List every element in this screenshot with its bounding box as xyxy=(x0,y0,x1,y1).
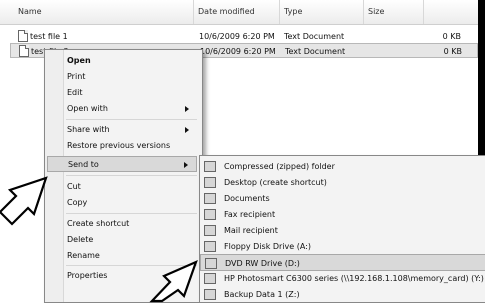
fax-icon xyxy=(204,209,216,220)
column-size[interactable]: Size xyxy=(364,0,424,24)
menu-separator xyxy=(66,213,197,214)
send-to-item-label: Fax recipient xyxy=(224,210,276,219)
menu-item-open[interactable]: Open xyxy=(67,53,197,69)
text-document-icon xyxy=(19,45,29,57)
file-date: 10/6/2009 6:20 PM xyxy=(199,32,275,41)
menu-item-delete[interactable]: Delete xyxy=(67,232,197,248)
menu-item-share-with[interactable]: Share with xyxy=(67,122,197,138)
column-date-modified[interactable]: Date modified xyxy=(194,0,280,24)
file-row[interactable]: test file 1 10/6/2009 6:20 PM Text Docum… xyxy=(10,29,478,44)
file-size: 0 KB xyxy=(442,32,461,41)
send-to-floppy[interactable]: Floppy Disk Drive (A:) xyxy=(200,238,485,255)
chevron-right-icon xyxy=(185,127,189,133)
column-name[interactable]: Name xyxy=(14,0,194,24)
file-type: Text Document xyxy=(284,32,345,41)
chevron-right-icon xyxy=(185,106,189,112)
menu-item-send-to[interactable]: Send to xyxy=(47,156,197,172)
desktop-icon xyxy=(204,177,216,188)
floppy-icon xyxy=(204,241,216,252)
file-size: 0 KB xyxy=(443,47,462,56)
menu-item-edit[interactable]: Edit xyxy=(67,85,197,101)
send-to-item-label: Compressed (zipped) folder xyxy=(224,162,335,171)
callout-arrow-send-to xyxy=(0,176,48,226)
send-to-item-label: Mail recipient xyxy=(224,226,278,235)
file-date: 10/6/2009 6:20 PM xyxy=(200,47,276,56)
menu-item-label: Share with xyxy=(67,125,110,134)
menu-item-label: Send to xyxy=(68,160,99,169)
menu-item-create-shortcut[interactable]: Create shortcut xyxy=(67,216,197,232)
send-to-item-label: Documents xyxy=(224,194,270,203)
send-to-dvd[interactable]: DVD RW Drive (D:) xyxy=(200,254,485,271)
send-to-item-label: Desktop (create shortcut) xyxy=(224,178,327,187)
send-to-desktop[interactable]: Desktop (create shortcut) xyxy=(200,174,485,191)
menu-separator xyxy=(66,175,197,176)
menu-item-cut[interactable]: Cut xyxy=(67,179,197,195)
column-header: Name Date modified Type Size xyxy=(0,0,485,25)
dvd-icon xyxy=(205,258,217,269)
menu-item-label: Open with xyxy=(67,104,108,113)
menu-item-restore-previous-versions[interactable]: Restore previous versions xyxy=(67,138,197,154)
chevron-right-icon xyxy=(184,162,188,168)
menu-item-open-with[interactable]: Open with xyxy=(67,101,197,117)
network-drive-icon xyxy=(204,273,216,284)
send-to-zip-folder[interactable]: Compressed (zipped) folder xyxy=(200,158,485,175)
menu-item-print[interactable]: Print xyxy=(67,69,197,85)
file-type: Text Document xyxy=(285,47,346,56)
send-to-item-label: Floppy Disk Drive (A:) xyxy=(224,242,312,251)
send-to-network-drive[interactable]: HP Photosmart C6300 series (\\192.168.1.… xyxy=(200,270,485,287)
file-name: test file 1 xyxy=(30,32,68,41)
backup-drive-icon xyxy=(204,289,216,300)
column-type[interactable]: Type xyxy=(280,0,364,24)
send-to-submenu: Compressed (zipped) folder Desktop (crea… xyxy=(199,155,485,303)
callout-arrow-dvd xyxy=(149,259,198,303)
menu-separator xyxy=(66,119,197,120)
send-to-documents[interactable]: Documents xyxy=(200,190,485,207)
send-to-item-label: Backup Data 1 (Z:) xyxy=(224,290,300,299)
send-to-backup-drive[interactable]: Backup Data 1 (Z:) xyxy=(200,286,485,302)
mail-icon xyxy=(204,225,216,236)
zip-folder-icon xyxy=(204,161,216,172)
documents-icon xyxy=(204,193,216,204)
send-to-fax[interactable]: Fax recipient xyxy=(200,206,485,223)
send-to-item-label: HP Photosmart C6300 series (\\192.168.1.… xyxy=(224,274,484,283)
text-document-icon xyxy=(18,30,28,42)
send-to-mail[interactable]: Mail recipient xyxy=(200,222,485,239)
menu-item-copy[interactable]: Copy xyxy=(67,195,197,211)
